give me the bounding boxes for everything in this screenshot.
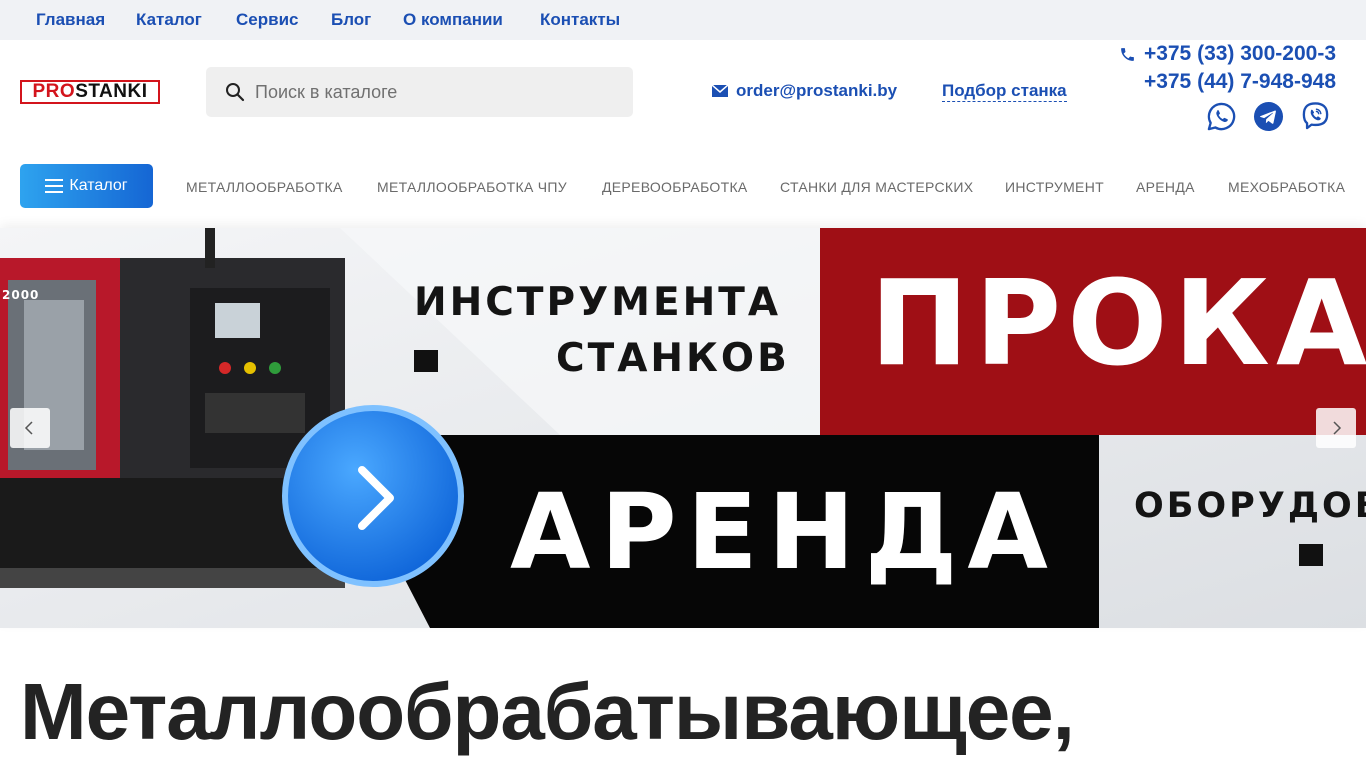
menu-woodworking[interactable]: ДЕРЕВООБРАБОТКА (602, 179, 748, 195)
catalog-button[interactable]: Каталог (20, 164, 153, 208)
banner-big-red-text: ПРОКА (870, 254, 1366, 392)
site-logo[interactable]: PRO STANKI (20, 80, 160, 104)
logo-pro: PRO (32, 81, 76, 102)
banner-right-small-text: ОБОРУДОВ (1134, 486, 1366, 526)
hero-banner[interactable]: 2000 ИНСТРУМЕНТА СТАНКОВ ПРОКА АРЕНДА ОБ… (0, 228, 1366, 628)
chevron-left-icon (24, 421, 33, 435)
menu-rent[interactable]: АРЕНДА (1136, 179, 1195, 195)
top-nav-blog[interactable]: Блог (331, 10, 371, 30)
telegram-icon[interactable] (1253, 101, 1284, 132)
top-nav: Главная Каталог Сервис Блог О компании К… (0, 0, 1366, 40)
banner-big-black-text: АРЕНДА (510, 471, 1058, 593)
machine-model-label: 2000 (2, 288, 40, 302)
search-box[interactable] (206, 67, 633, 117)
slider-next-button[interactable] (1316, 408, 1356, 448)
email-text: order@prostanki.by (736, 81, 898, 100)
phone-1[interactable]: +375 (33) 300-200-3 (1119, 42, 1336, 66)
slider-prev-button[interactable] (10, 408, 50, 448)
whatsapp-icon[interactable] (1206, 101, 1237, 132)
top-nav-home[interactable]: Главная (36, 10, 105, 30)
top-nav-about[interactable]: О компании (403, 10, 503, 30)
top-nav-catalog[interactable]: Каталог (136, 10, 202, 30)
banner-line-1: ИНСТРУМЕНТА (414, 280, 782, 325)
search-input[interactable] (255, 81, 615, 103)
page-title: Металлообрабатывающее, (20, 667, 1075, 756)
top-nav-service[interactable]: Сервис (236, 10, 298, 30)
top-nav-contacts[interactable]: Контакты (540, 10, 620, 30)
viber-icon[interactable] (1300, 101, 1331, 132)
hamburger-icon (45, 179, 64, 193)
logo-stanki: STANKI (75, 81, 148, 102)
social-links (1206, 101, 1331, 132)
menu-metalworking-cnc[interactable]: МЕТАЛЛООБРАБОТКА ЧПУ (377, 179, 567, 195)
pick-machine-link[interactable]: Подбор станка (942, 81, 1067, 102)
banner-line-2: СТАНКОВ (556, 336, 790, 381)
menu-tools[interactable]: ИНСТРУМЕНТ (1005, 179, 1104, 195)
phone-icon (1121, 47, 1134, 61)
chevron-right-icon (1333, 421, 1342, 435)
menu-machining[interactable]: МЕХОБРАБОТКА (1228, 179, 1345, 195)
envelope-icon (712, 85, 728, 97)
search-icon (226, 83, 245, 102)
phone-1-text: +375 (33) 300-200-3 (1143, 42, 1336, 65)
email-link[interactable]: order@prostanki.by (712, 81, 897, 101)
catalog-button-label: Каталог (69, 177, 128, 194)
menu-workshop-machines[interactable]: СТАНКИ ДЛЯ МАСТЕРСКИХ (780, 179, 973, 195)
phone-2[interactable]: +375 (44) 7-948-948 (1144, 70, 1336, 94)
menu-metalworking[interactable]: МЕТАЛЛООБРАБОТКА (186, 179, 343, 195)
